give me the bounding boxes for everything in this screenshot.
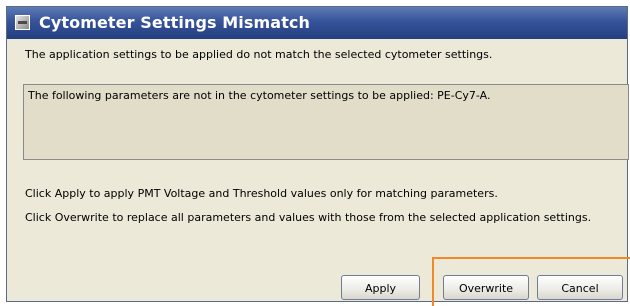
parameters-text-area[interactable]: The following parameters are not in the …: [23, 84, 629, 160]
title-bar[interactable]: Cytometer Settings Mismatch: [7, 7, 627, 39]
overwrite-info-text: Click Overwrite to replace all parameter…: [25, 211, 592, 224]
dialog-title: Cytometer Settings Mismatch: [39, 13, 311, 32]
app-window-icon: [15, 15, 30, 30]
parameters-text: The following parameters are not in the …: [28, 89, 491, 102]
button-highlight-annotation: [432, 257, 630, 306]
apply-info-text: Click Apply to apply PMT Voltage and Thr…: [25, 187, 498, 200]
apply-button[interactable]: Apply: [341, 275, 420, 300]
mismatch-message: The application settings to be applied d…: [25, 48, 493, 61]
